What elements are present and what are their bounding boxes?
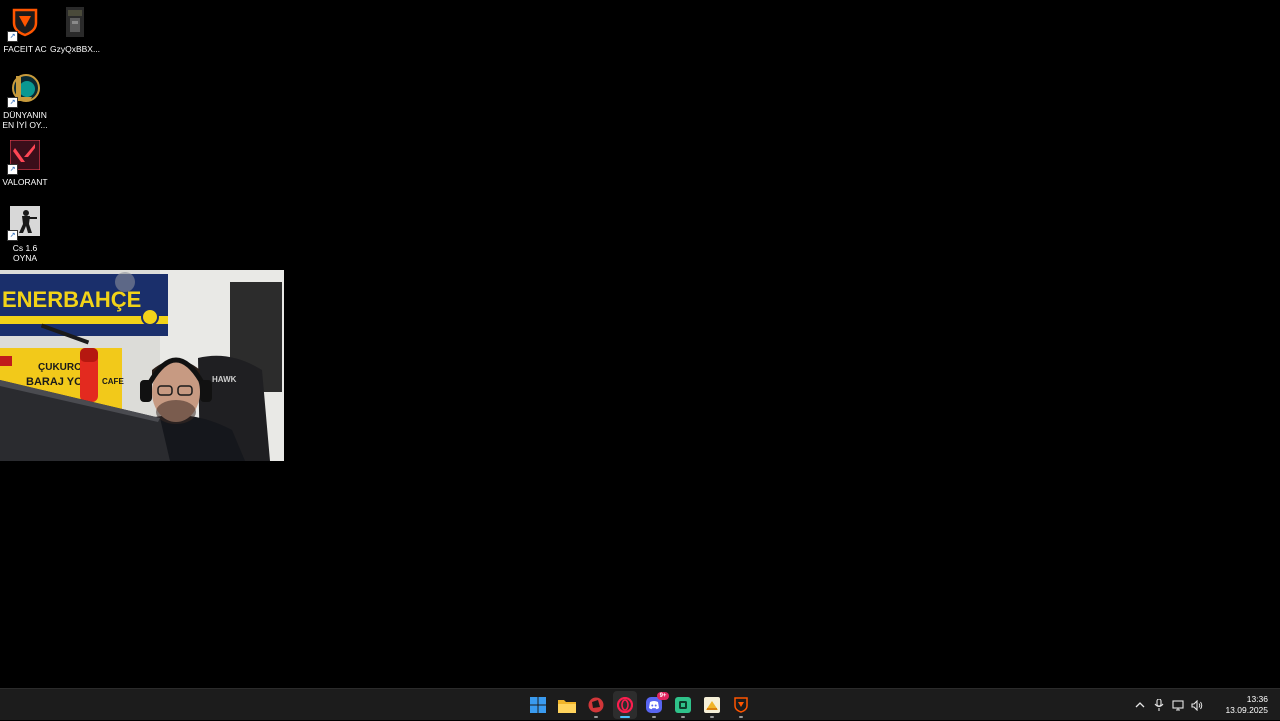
running-indicator bbox=[681, 716, 685, 718]
desktop-icon-label: FACEIT AC bbox=[3, 44, 47, 54]
desktop-icon-valorant[interactable]: ↗ VALORANT bbox=[0, 139, 50, 187]
taskbar-file-explorer[interactable] bbox=[555, 691, 579, 719]
webcam-banner-text: ENERBAHÇE bbox=[2, 287, 141, 312]
desktop-icon-cs16[interactable]: ↗ Cs 1.6 OYNA bbox=[0, 205, 50, 263]
system-tray: 13:36 13.09.2025 bbox=[1130, 689, 1280, 721]
webcam-sign-text-3: CAFE bbox=[102, 377, 124, 386]
faceit-ac-icon: ↗ bbox=[7, 6, 41, 42]
running-indicator bbox=[739, 716, 743, 718]
running-indicator bbox=[594, 716, 598, 718]
clock-date: 13.09.2025 bbox=[1225, 705, 1268, 715]
webcam-overlay: ENERBAHÇE ÇUKUROV BARAJ YOLU CAFE HAWK bbox=[0, 270, 284, 461]
shortcut-arrow-icon: ↗ bbox=[7, 164, 18, 175]
desktop-icon-league-of-legends[interactable]: ↗ DÜNYANIN EN İYİ OY... bbox=[0, 72, 50, 130]
running-indicator bbox=[652, 716, 656, 718]
taskbar: 9+ 13:36 13.09.2025 bbox=[0, 688, 1280, 720]
riot-icon bbox=[588, 697, 604, 713]
start-button[interactable] bbox=[526, 691, 550, 719]
taskbar-green-app[interactable] bbox=[671, 691, 695, 719]
desktop-icon-label: Cs 1.6 OYNA bbox=[12, 243, 38, 263]
folder-icon bbox=[558, 699, 576, 713]
desktop: ↗ FACEIT AC GzyQxBBX... ↗ DÜNYANIN EN İY… bbox=[0, 0, 1280, 688]
active-indicator bbox=[620, 716, 630, 718]
taskbar-apps: 9+ bbox=[526, 689, 753, 721]
running-indicator bbox=[710, 716, 714, 718]
taskbar-discord[interactable]: 9+ bbox=[642, 691, 669, 719]
desktop-icon-label: VALORANT bbox=[2, 177, 48, 187]
desktop-icon-label: GzyQxBBX... bbox=[49, 44, 101, 54]
faceit-icon bbox=[734, 697, 748, 713]
taskbar-yellow-app[interactable] bbox=[700, 691, 724, 719]
desktop-icon-faceit-ac[interactable]: ↗ FACEIT AC bbox=[0, 6, 50, 54]
shortcut-arrow-icon: ↗ bbox=[7, 31, 18, 42]
counter-strike-icon: ↗ bbox=[7, 205, 41, 241]
microphone-icon[interactable] bbox=[1149, 693, 1168, 717]
clock-time: 13:36 bbox=[1246, 694, 1268, 704]
network-icon[interactable] bbox=[1168, 693, 1187, 717]
shortcut-arrow-icon: ↗ bbox=[7, 230, 18, 241]
webcam-chair-text: HAWK bbox=[212, 375, 237, 384]
windows-logo-icon bbox=[530, 697, 546, 713]
file-thumbnail-icon bbox=[59, 6, 91, 38]
yellow-app-icon bbox=[704, 697, 720, 713]
opera-gx-icon bbox=[617, 697, 633, 713]
volume-icon[interactable] bbox=[1187, 693, 1206, 717]
desktop-icon-image-file[interactable]: GzyQxBBX... bbox=[50, 6, 100, 54]
shortcut-arrow-icon: ↗ bbox=[7, 97, 18, 108]
desktop-icon-label: DÜNYANIN EN İYİ OY... bbox=[2, 110, 48, 130]
clock[interactable]: 13:36 13.09.2025 bbox=[1206, 694, 1280, 716]
green-app-icon bbox=[675, 697, 691, 713]
taskbar-faceit[interactable] bbox=[729, 691, 753, 719]
taskbar-riot-client[interactable] bbox=[584, 691, 608, 719]
notification-badge: 9+ bbox=[657, 692, 669, 700]
taskbar-opera-gx[interactable] bbox=[613, 691, 637, 719]
league-of-legends-icon: ↗ bbox=[7, 72, 41, 108]
valorant-icon: ↗ bbox=[7, 139, 41, 175]
chevron-up-icon[interactable] bbox=[1130, 693, 1149, 717]
